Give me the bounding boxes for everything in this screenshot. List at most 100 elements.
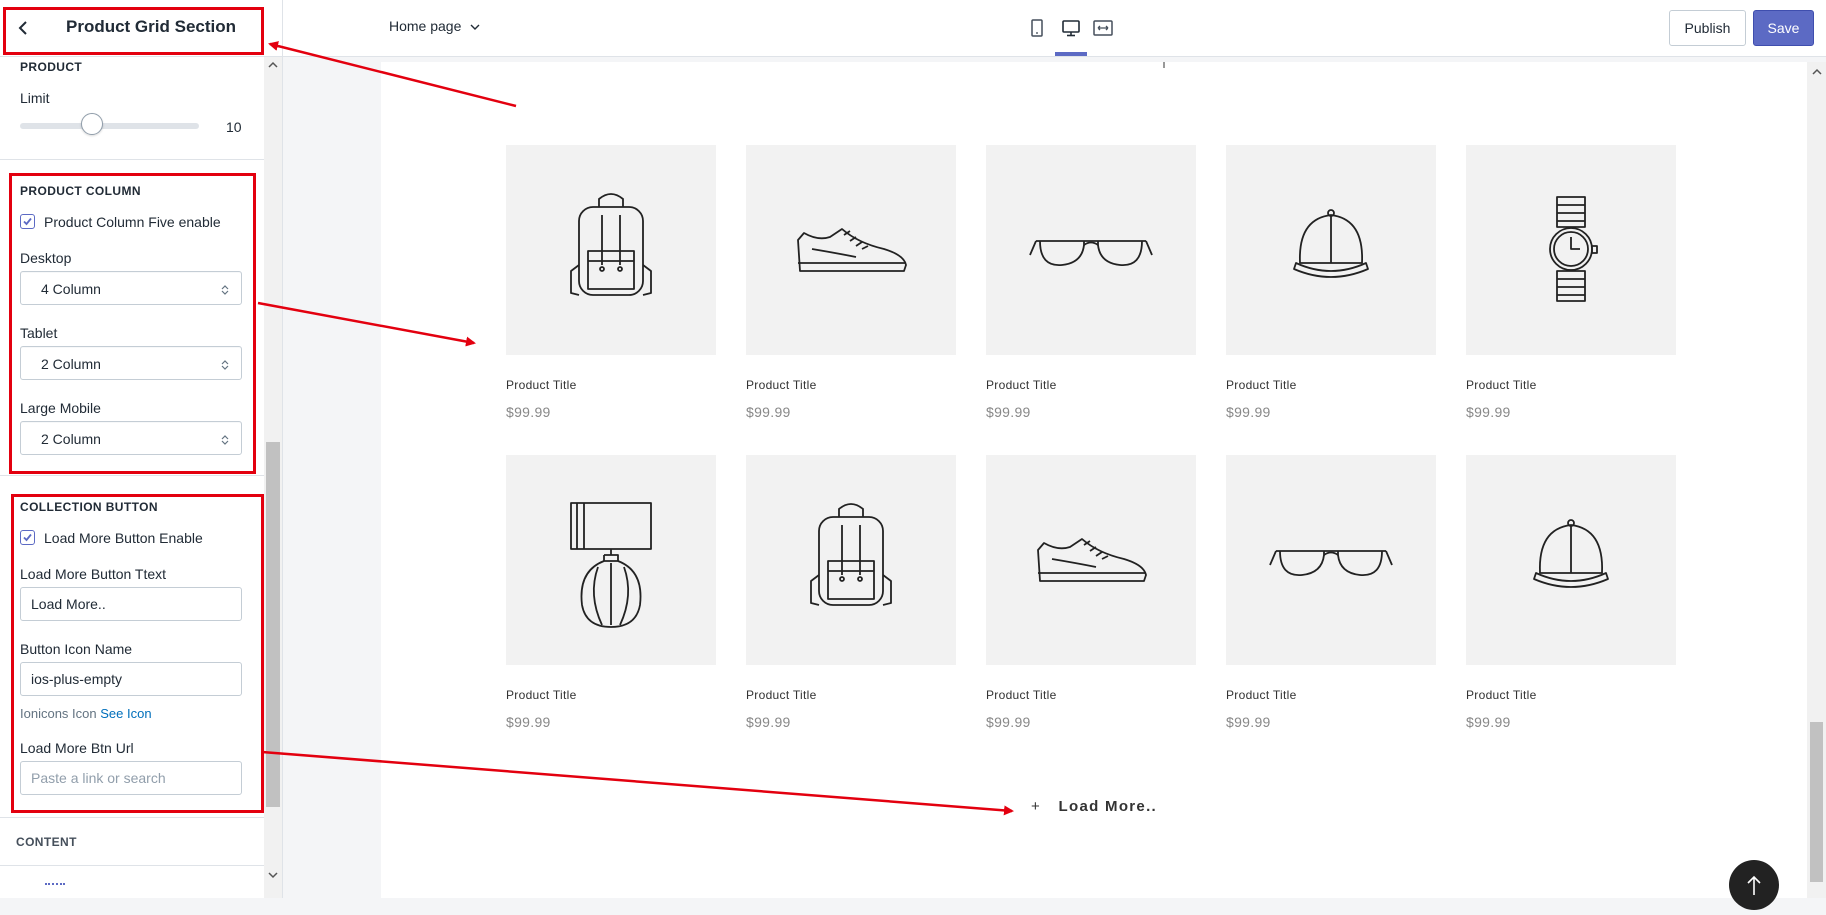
sidebar-header: Product Grid Section: [0, 0, 282, 57]
product-price: $99.99: [506, 404, 551, 420]
cap-icon: [1293, 209, 1369, 278]
desktop-column-select[interactable]: 4 Column: [20, 271, 242, 305]
theme-preview-canvas: Product Title $99.99 Product Title $99.99 Pr…: [381, 62, 1807, 898]
product-card[interactable]: Product Title $99.99: [986, 455, 1196, 730]
settings-sidebar: Product Grid Section PRODUCT Limit 10 PR…: [0, 0, 283, 898]
lamp-icon: [570, 502, 652, 628]
publish-button[interactable]: Publish: [1669, 10, 1746, 46]
product-title[interactable]: Product Title: [506, 688, 577, 702]
large-mobile-column-select[interactable]: 2 Column: [20, 421, 242, 455]
product-image[interactable]: [1226, 145, 1436, 355]
product-title[interactable]: Product Title: [1226, 688, 1297, 702]
product-card[interactable]: Product Title $99.99: [986, 145, 1196, 420]
product-card[interactable]: Product Title $99.99: [1466, 455, 1676, 730]
sidebar-scrollbar[interactable]: [264, 57, 282, 898]
back-chevron-icon[interactable]: [14, 18, 34, 38]
scroll-up-icon[interactable]: [1812, 68, 1822, 76]
load-more-text-label: Load More Button Ttext: [20, 566, 167, 582]
load-more-url-label: Load More Btn Url: [20, 740, 134, 756]
product-image[interactable]: [1226, 455, 1436, 665]
preview-marker: [1163, 62, 1165, 68]
divider: [0, 817, 264, 818]
scroll-to-top-button[interactable]: [1729, 860, 1779, 910]
product-price: $99.99: [746, 404, 791, 420]
scroll-down-icon[interactable]: [268, 871, 278, 879]
product-card[interactable]: Product Title $99.99: [746, 145, 956, 420]
product-image[interactable]: [506, 455, 716, 665]
product-title[interactable]: Product Title: [1466, 378, 1537, 392]
product-price: $99.99: [1466, 404, 1511, 420]
content-heading[interactable]: CONTENT: [16, 835, 77, 849]
sidebar-scroll-area: PRODUCT Limit 10 PRODUCT COLUMN Product …: [0, 57, 264, 898]
product-image[interactable]: [746, 145, 956, 355]
desktop-view-icon[interactable]: [1057, 14, 1085, 42]
sneaker-icon: [797, 228, 907, 272]
editor-topbar: Home page Publish Save: [283, 0, 1826, 57]
desktop-column-value: 4 Column: [41, 281, 101, 297]
product-column-five-checkbox[interactable]: [20, 214, 35, 229]
product-card[interactable]: Product Title $99.99: [1226, 455, 1436, 730]
product-card[interactable]: Product Title $99.99: [1466, 145, 1676, 420]
large-mobile-label: Large Mobile: [20, 400, 101, 416]
product-heading: PRODUCT: [20, 60, 83, 74]
collection-button-heading: COLLECTION BUTTON: [20, 500, 158, 514]
backpack-icon: [810, 503, 892, 606]
product-title[interactable]: Product Title: [746, 378, 817, 392]
product-image[interactable]: [986, 145, 1196, 355]
load-more-button[interactable]: + Load More..: [1031, 798, 1157, 815]
product-card[interactable]: Product Title $99.99: [746, 455, 956, 730]
backpack-icon: [570, 193, 652, 296]
see-icon-link[interactable]: See Icon: [100, 706, 151, 721]
product-image[interactable]: [746, 455, 956, 665]
load-more-text-input[interactable]: [20, 587, 242, 621]
product-title[interactable]: Product Title: [986, 688, 1057, 702]
product-image[interactable]: [506, 145, 716, 355]
fullwidth-view-icon[interactable]: [1089, 14, 1117, 42]
product-title[interactable]: Product Title: [1226, 378, 1297, 392]
tablet-column-select[interactable]: 2 Column: [20, 346, 242, 380]
button-icon-name-label: Button Icon Name: [20, 641, 133, 657]
product-title[interactable]: Product Title: [506, 378, 577, 392]
product-image[interactable]: [1466, 145, 1676, 355]
product-image[interactable]: [986, 455, 1196, 665]
sneaker-icon: [1037, 538, 1147, 582]
limit-slider-track[interactable]: [20, 123, 199, 129]
load-more-url-input[interactable]: [20, 761, 242, 795]
product-title[interactable]: Product Title: [746, 688, 817, 702]
product-price: $99.99: [746, 714, 791, 730]
product-column-five-label: Product Column Five enable: [44, 214, 221, 230]
product-card[interactable]: Product Title $99.99: [506, 145, 716, 420]
divider: [0, 475, 264, 476]
help-text-label: Ionicons Icon: [20, 706, 97, 721]
product-title[interactable]: Product Title: [1466, 688, 1537, 702]
limit-value: 10: [226, 119, 242, 135]
page-selector[interactable]: Home page: [389, 18, 481, 34]
product-price: $99.99: [1466, 714, 1511, 730]
product-image[interactable]: [1466, 455, 1676, 665]
mobile-view-icon[interactable]: [1023, 14, 1051, 42]
product-card[interactable]: Product Title $99.99: [1226, 145, 1436, 420]
load-more-enable-checkbox[interactable]: [20, 530, 35, 545]
active-view-indicator: [1055, 52, 1087, 56]
product-price: $99.99: [986, 404, 1031, 420]
plus-icon: +: [1031, 798, 1042, 815]
load-more-enable-label: Load More Button Enable: [44, 530, 203, 546]
preview-scrollbar-thumb[interactable]: [1810, 722, 1823, 882]
preview-scrollbar[interactable]: [1807, 62, 1826, 898]
save-button[interactable]: Save: [1753, 10, 1814, 46]
limit-label: Limit: [20, 90, 50, 106]
scroll-up-icon[interactable]: [268, 61, 278, 69]
product-title[interactable]: Product Title: [986, 378, 1057, 392]
collapsed-section-indicator: [45, 883, 65, 885]
limit-slider-handle[interactable]: [80, 113, 103, 135]
sidebar-scrollbar-thumb[interactable]: [266, 442, 280, 807]
product-card[interactable]: Product Title $99.99: [506, 455, 716, 730]
watch-icon: [1549, 196, 1598, 302]
cap-icon: [1533, 519, 1609, 588]
divider: [0, 865, 264, 866]
button-icon-name-input[interactable]: [20, 662, 242, 696]
product-column-heading: PRODUCT COLUMN: [20, 184, 141, 198]
desktop-label: Desktop: [20, 250, 72, 266]
chevron-down-icon: [470, 24, 480, 31]
large-mobile-column-value: 2 Column: [41, 431, 101, 447]
